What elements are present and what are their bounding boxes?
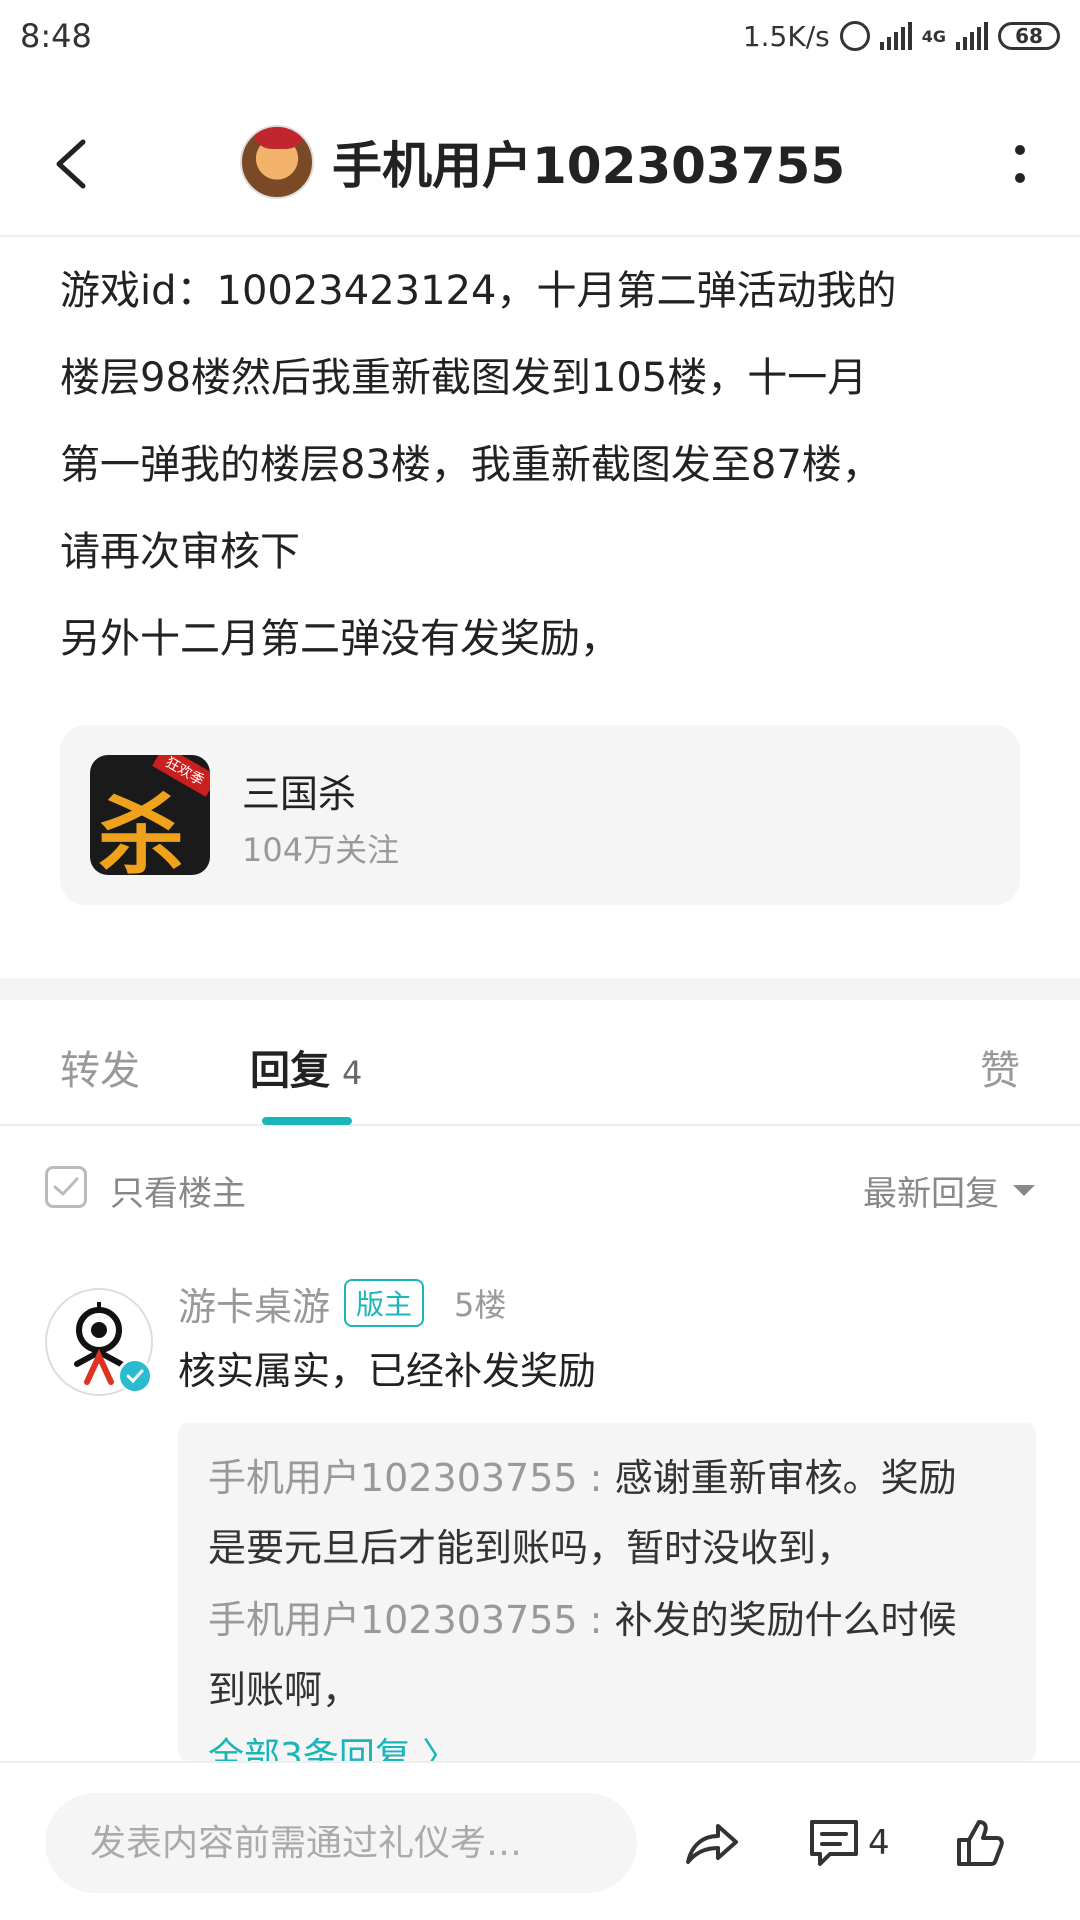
game-icon-glyph: 杀: [98, 785, 184, 875]
game-name: 三国杀: [242, 772, 357, 816]
tab-reply-label: 回复: [250, 1048, 330, 1094]
caret-down-icon: [1013, 1185, 1035, 1196]
post-body: 游戏id：10023423124，十月第二弹活动我的 楼层98楼然后我重新截图发…: [60, 248, 1020, 683]
share-button[interactable]: [684, 1808, 740, 1878]
wifi-signal-icon: [879, 22, 912, 50]
tab-like[interactable]: 赞: [980, 1038, 1020, 1096]
network-type: 4G: [921, 26, 946, 46]
top-nav-bar: 手机用户102303755: [0, 92, 1080, 237]
active-tab-indicator: [262, 1117, 352, 1125]
bottom-action-bar: 4: [0, 1761, 1080, 1920]
subreply-item[interactable]: 手机用户102303755 : 补发的奖励什么时候到账啊，: [208, 1585, 1006, 1725]
battery-icon: 68: [998, 22, 1060, 50]
page-title: 手机用户102303755: [332, 137, 846, 195]
status-time: 8:48: [20, 17, 92, 55]
comment-button[interactable]: 4: [808, 1808, 890, 1878]
tab-reply[interactable]: 回复 4: [250, 1038, 362, 1096]
section-divider: [0, 978, 1080, 1000]
post-line: 请再次审核下: [60, 529, 300, 575]
subreply-item[interactable]: 手机用户102303755 : 感谢重新审核。奖励是要元旦后才能到账吗，暂时没收…: [208, 1443, 1006, 1583]
comment-count: 4: [868, 1823, 890, 1863]
only-op-label[interactable]: 只看楼主: [110, 1166, 246, 1215]
reply-meta: 游卡桌游 版主 5楼: [178, 1276, 506, 1330]
tab-forward[interactable]: 转发: [60, 1038, 140, 1096]
post-line: 游戏id：10023423124，十月第二弹活动我的: [60, 268, 897, 314]
author-avatar[interactable]: [240, 125, 314, 199]
check-icon: [53, 1177, 79, 1196]
subreply-text: 到账啊，: [208, 1668, 361, 1712]
subreply-list[interactable]: 手机用户102303755 : 感谢重新审核。奖励是要元旦后才能到账吗，暂时没收…: [178, 1423, 1036, 1761]
alarm-icon: [839, 21, 870, 51]
moderator-badge: 版主: [344, 1279, 425, 1327]
cell-signal-icon: [956, 22, 988, 50]
status-indicators: 1.5K/s 4G 68: [743, 20, 1060, 53]
post-line: 另外十二月第二弹没有发奖励，: [60, 616, 620, 662]
subreply-author: 手机用户102303755 :: [208, 1598, 615, 1642]
tab-reply-count: 4: [342, 1054, 363, 1092]
tab-bar: 转发 回复 4 赞: [0, 1000, 1080, 1126]
thumbs-up-icon: [957, 1820, 1004, 1866]
net-speed: 1.5K/s: [742, 19, 830, 53]
view-all-replies-link[interactable]: 全部3条回复 〉: [208, 1727, 1006, 1761]
more-vertical-icon: [1015, 145, 1025, 183]
reply-text[interactable]: 核实属实，已经补发奖励: [178, 1340, 596, 1395]
only-op-checkbox[interactable]: [45, 1166, 87, 1208]
game-icon: 杀 狂欢季: [90, 755, 210, 875]
subreply-text: 是要元旦后才能到账吗，暂时没收到，: [208, 1526, 855, 1570]
sort-dropdown[interactable]: 最新回复: [863, 1166, 1035, 1215]
chevron-left-icon: [56, 139, 86, 189]
verified-badge-icon: [117, 1358, 153, 1394]
sort-label: 最新回复: [863, 1174, 999, 1214]
subreply-text: 补发的奖励什么时候: [614, 1598, 957, 1642]
post-line: 楼层98楼然后我重新截图发到105楼，十一月: [60, 355, 868, 401]
subreply-author: 手机用户102303755 :: [208, 1456, 615, 1500]
back-button[interactable]: [40, 124, 100, 204]
status-bar: 8:48 1.5K/s 4G 68: [0, 0, 1080, 72]
comment-icon: [810, 1820, 858, 1866]
filter-row: 只看楼主 最新回复: [0, 1130, 1080, 1240]
author-header[interactable]: 手机用户102303755: [240, 117, 845, 207]
like-button[interactable]: [955, 1808, 1005, 1878]
comment-input[interactable]: [45, 1793, 637, 1893]
reply-floor: 5楼: [454, 1286, 507, 1324]
more-button[interactable]: [1000, 124, 1040, 204]
post-line: 第一弹我的楼层83楼，我重新截图发至87楼，: [60, 442, 882, 488]
subreply-text: 感谢重新审核。奖励: [614, 1456, 957, 1500]
share-icon: [686, 1824, 738, 1864]
game-card[interactable]: 杀 狂欢季 三国杀 104万关注: [60, 725, 1020, 905]
reply-author[interactable]: 游卡桌游: [178, 1276, 330, 1331]
game-followers: 104万关注: [242, 831, 400, 869]
